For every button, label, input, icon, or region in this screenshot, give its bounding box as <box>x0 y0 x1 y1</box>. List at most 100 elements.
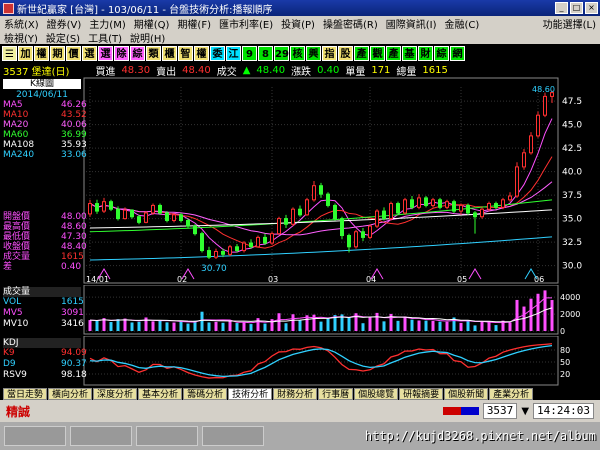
toolbar-button[interactable]: 選 <box>82 45 97 61</box>
k-chart-svg[interactable]: 30.0 32.5 35.0 37.5 40.0 42.5 45.0 47.5 14/01 02 0… <box>0 63 600 285</box>
toolbar-button[interactable]: 股 <box>338 45 353 61</box>
tab-6[interactable]: 財務分析 <box>273 388 318 400</box>
volume_panel-name: MV5 <box>3 308 23 318</box>
volume-bar <box>424 320 428 331</box>
toolbar-button[interactable]: 綜 <box>130 45 145 61</box>
ohlc-row: 收盤價 48.40 <box>3 242 87 252</box>
tab-0[interactable]: 當日走勢 <box>3 388 48 400</box>
candle <box>445 199 449 210</box>
volume-bar <box>249 324 253 331</box>
x-tick-label: 03 <box>268 275 278 284</box>
kdj_panel-value: 90.37 <box>61 359 87 369</box>
menu-item[interactable]: 金融(C) <box>445 16 480 31</box>
kdj-chart-svg[interactable]: 20 50 80 <box>0 336 600 386</box>
toolbar-button[interactable]: 產 <box>354 45 369 61</box>
status-fields: 3537 ▼ 14:24:03 <box>442 403 594 419</box>
toolbar-button[interactable]: 類 <box>146 45 161 61</box>
candle <box>508 192 512 202</box>
toolbar-button[interactable]: 指 <box>322 45 337 61</box>
y-tick-label: 45.0 <box>562 121 582 131</box>
toolbar-button[interactable]: 核 <box>290 45 305 61</box>
toolbar-button[interactable]: 選 <box>98 45 113 61</box>
menu-item[interactable]: 設定(S) <box>46 30 80 45</box>
menu-item[interactable]: 匯市利率(E) <box>219 16 273 31</box>
tab-4[interactable]: 籌碼分析 <box>183 388 228 400</box>
tab-11[interactable]: 產業分析 <box>489 388 534 400</box>
stock-code-name: 3537 堡達(日) <box>3 66 70 78</box>
ma-value: 46.26 <box>61 100 87 110</box>
x-tick-label: 05 <box>457 275 467 284</box>
volume-bar <box>130 322 134 331</box>
toolbar-button[interactable]: 網 <box>450 45 465 61</box>
taskbar-button[interactable] <box>136 426 198 446</box>
close-button[interactable]: × <box>585 2 598 14</box>
toolbar-button[interactable]: 櫃 <box>162 45 177 61</box>
menu-item[interactable]: 檢視(Y) <box>4 30 38 45</box>
menu-item[interactable]: 國際資訊(I) <box>386 16 437 31</box>
toolbar-button[interactable]: 江 <box>226 45 241 61</box>
toolbar-button[interactable]: 29 <box>274 45 289 61</box>
kdj_panel-name: D9 <box>3 359 16 369</box>
toolbar: ☰ 加權期價選選除綜類櫃智權委江 9 8 29 核興指股產觀產基財綜網 <box>0 44 600 62</box>
toolbar-button[interactable]: 基 <box>402 45 417 61</box>
tab-10[interactable]: 個股新聞 <box>444 388 489 400</box>
ma-legend-row: MA20 40.06 <box>3 120 87 130</box>
toolbar-button[interactable]: 加 <box>18 45 33 61</box>
maximize-button[interactable]: □ <box>570 2 583 14</box>
menu-item[interactable]: 說明(H) <box>130 30 165 45</box>
toolbar-button[interactable]: 權 <box>34 45 49 61</box>
menu-item[interactable]: 工具(T) <box>88 30 122 45</box>
toolbar-button[interactable]: 價 <box>66 45 81 61</box>
toolbar-button[interactable]: 產 <box>386 45 401 61</box>
deal-price: 48.40 <box>256 64 286 76</box>
tab-9[interactable]: 研報摘要 <box>399 388 444 400</box>
toolbar-button[interactable]: 觀 <box>370 45 385 61</box>
deal-label: 成交 <box>216 66 237 78</box>
volume-bar <box>235 323 239 331</box>
toolbar-button[interactable]: 智 <box>178 45 193 61</box>
menu-item[interactable]: 期權(F) <box>177 16 211 31</box>
clock: 14:24:03 <box>533 403 594 419</box>
high-price-marker: 48.60 <box>532 85 555 94</box>
candle <box>109 199 113 212</box>
toolbar-button[interactable]: 興 <box>306 45 321 61</box>
volume-bar <box>382 321 386 331</box>
volume-bar <box>137 321 141 331</box>
menu-item[interactable]: 系統(X) <box>4 16 39 31</box>
menu-item[interactable]: 主力(M) <box>89 16 125 31</box>
toolbar-button[interactable]: 委 <box>210 45 225 61</box>
current-stock-code[interactable]: 3537 <box>482 403 518 419</box>
toolbar-button[interactable]: 財 <box>418 45 433 61</box>
volume-ma-line <box>89 307 553 323</box>
minimize-button[interactable]: _ <box>555 2 568 14</box>
tab-7[interactable]: 行事曆 <box>318 388 354 400</box>
toolbar-button[interactable]: 綜 <box>434 45 449 61</box>
menu-item[interactable]: 投資(P) <box>281 16 315 31</box>
tab-8[interactable]: 個股總覽 <box>354 388 399 400</box>
toolbar-button[interactable]: 9 <box>242 45 257 61</box>
volume-bar <box>298 320 302 331</box>
volume-chart-svg[interactable]: 0 2000 4000 <box>0 285 600 335</box>
menu-item[interactable]: 證券(V) <box>47 16 82 31</box>
tab-3[interactable]: 基本分析 <box>138 388 183 400</box>
kdj_panel-legend-row: K9 94.09 <box>3 348 87 359</box>
taskbar-button[interactable] <box>70 426 132 446</box>
tab-1[interactable]: 橫向分析 <box>48 388 93 400</box>
candle <box>438 197 442 210</box>
toolbar-button[interactable]: 期 <box>50 45 65 61</box>
volume-panel: 0 2000 4000 成交量 VOL 1615 MV5 3091 MV10 3416 <box>0 285 600 335</box>
toolbar-button[interactable]: 權 <box>194 45 209 61</box>
toolbar-button[interactable]: 除 <box>114 45 129 61</box>
y-tick-label: 35.0 <box>562 215 582 225</box>
menu-item[interactable]: 期權(Q) <box>134 16 170 31</box>
dropdown-icon[interactable]: ▼ <box>521 406 529 417</box>
tab-2[interactable]: 深度分析 <box>93 388 138 400</box>
menu-item-function[interactable]: 功能選擇(L) <box>543 16 596 31</box>
tab-5[interactable]: 技術分析 <box>228 388 273 400</box>
menu-item[interactable]: 操盤密碼(R) <box>323 16 378 31</box>
taskbar-button[interactable] <box>202 426 264 446</box>
taskbar-button[interactable] <box>4 426 66 446</box>
buy-label: 買進 <box>95 66 116 78</box>
toolbar-button[interactable]: 8 <box>258 45 273 61</box>
toolbar-button[interactable]: ☰ <box>2 45 17 61</box>
